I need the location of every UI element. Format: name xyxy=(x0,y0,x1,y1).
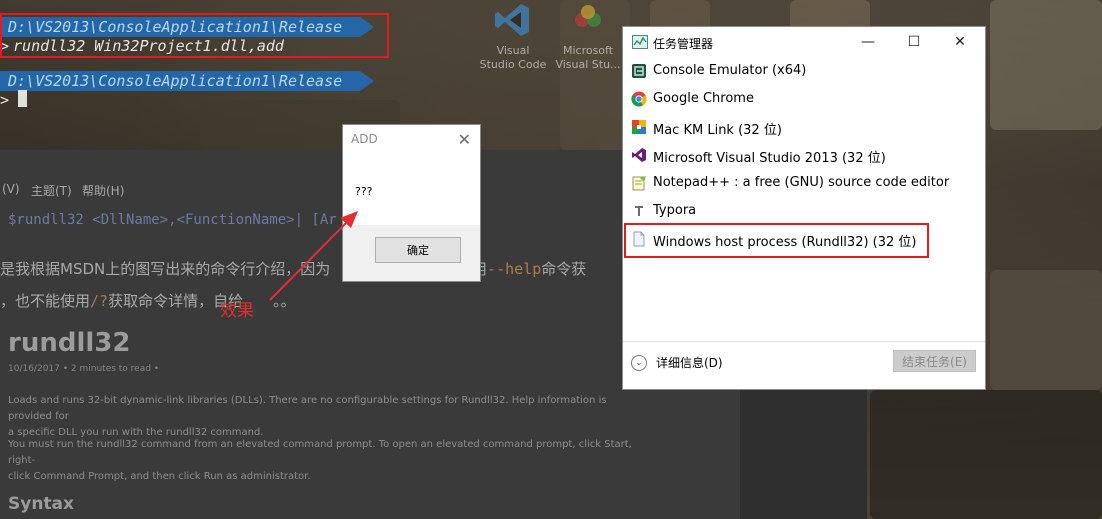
background-shape xyxy=(990,0,1102,130)
process-row[interactable]: Google Chrome xyxy=(623,85,985,113)
process-row[interactable]: Console Emulator (x64) xyxy=(623,57,985,85)
task-manager-titlebar[interactable]: 任务管理器 — ☐ ✕ xyxy=(623,27,985,57)
mac-km-link-icon xyxy=(632,120,646,134)
notepadpp-icon xyxy=(632,176,646,191)
menu-item-help[interactable]: 帮助(H) xyxy=(82,182,124,199)
process-row[interactable]: Notepad++ : a free (GNU) source code edi… xyxy=(623,169,985,197)
command-line[interactable]: > xyxy=(0,90,13,110)
message-box-footer: 确定 xyxy=(343,225,480,281)
doc-heading: rundll32 xyxy=(8,328,131,358)
message-box[interactable]: ADD ✕ ??? 确定 xyxy=(342,124,481,282)
inline-code: /? xyxy=(90,292,109,310)
details-label: 详细信息(D) xyxy=(656,356,723,370)
task-manager-footer: ⌄ 详细信息(D) 结束任务(E) xyxy=(623,341,985,389)
process-label: Typora xyxy=(653,203,697,218)
text-cursor xyxy=(18,90,27,107)
typora-icon xyxy=(635,206,643,216)
doc-text: 命令获 xyxy=(541,260,587,278)
doc-subheading: Syntax xyxy=(8,494,74,514)
visual-studio-icon xyxy=(632,148,646,162)
menu-item-theme[interactable]: 主题(T) xyxy=(31,182,72,199)
task-manager-title: 任务管理器 xyxy=(653,37,714,51)
doc-paragraph-line: Loads and runs 32-bit dynamic-link libra… xyxy=(8,395,607,422)
doc-text: 。。 xyxy=(273,292,296,310)
doc-meta: 10/16/2017 • 2 minutes to read • xyxy=(8,364,160,374)
message-box-titlebar[interactable]: ADD ✕ xyxy=(343,125,480,153)
doc-paragraph: You must run the rundll32 command from a… xyxy=(8,437,648,485)
highlight-box xyxy=(0,13,389,58)
process-row[interactable]: Mac KM Link (32 位) xyxy=(623,113,985,141)
doc-text: 是我根据MSDN上的图写出来的命令行介绍，因为 xyxy=(0,260,331,278)
maximize-button[interactable]: ☐ xyxy=(891,29,937,55)
process-label: Microsoft Visual Studio 2013 (32 位) xyxy=(653,151,886,166)
process-label: Mac KM Link (32 位) xyxy=(653,123,782,138)
background-shape xyxy=(870,390,1102,519)
console-emulator-icon xyxy=(632,64,646,78)
process-row[interactable]: Typora xyxy=(623,197,985,225)
chevron-down-icon: ⌄ xyxy=(631,354,647,371)
highlight-box xyxy=(624,223,929,258)
ok-button[interactable]: 确定 xyxy=(375,237,461,263)
menu-item-view[interactable]: (V) xyxy=(2,182,20,196)
process-row[interactable]: Microsoft Visual Studio 2013 (32 位) xyxy=(623,141,985,169)
process-label: Console Emulator (x64) xyxy=(653,63,807,78)
close-button[interactable]: ✕ xyxy=(937,29,983,55)
doc-paragraph-line: You must run the rundll32 command from a… xyxy=(8,439,632,466)
doc-text-line: 是我根据MSDN上的图写出来的命令行介绍，因为 使用--help命令获 xyxy=(0,258,586,279)
details-toggle[interactable]: ⌄ 详细信息(D) xyxy=(631,354,723,371)
close-icon[interactable]: ✕ xyxy=(458,130,471,149)
task-manager-icon xyxy=(632,35,648,49)
end-task-button: 结束任务(E) xyxy=(893,350,976,372)
process-label: Google Chrome xyxy=(653,91,754,106)
code-snippet: $rundll32 <DllName>,<FunctionName>| [Ar xyxy=(8,212,337,228)
console-window[interactable]: D:\VS2013\ConsoleApplication1\Release > r… xyxy=(0,0,623,150)
prompt-path: D:\VS2013\ConsoleApplication1\Release xyxy=(0,71,374,91)
minimize-button[interactable]: — xyxy=(845,29,891,55)
page-margin xyxy=(740,390,867,519)
inline-code: --help xyxy=(487,260,542,278)
doc-paragraph-line: click Command Prompt, and then click Run… xyxy=(8,471,311,482)
message-text: ??? xyxy=(355,185,373,198)
task-manager-window[interactable]: 任务管理器 — ☐ ✕ Console Emulator (x64) Googl… xyxy=(622,26,986,390)
process-label: Notepad++ : a free (GNU) source code edi… xyxy=(653,175,950,190)
doc-paragraph: Loads and runs 32-bit dynamic-link libra… xyxy=(8,393,648,441)
annotation-label: 效果 xyxy=(220,301,254,321)
message-box-title: ADD xyxy=(351,132,378,146)
prompt-chevron: > xyxy=(0,91,10,109)
doc-text: ，也不能使用 xyxy=(0,292,91,310)
chrome-icon xyxy=(631,91,647,107)
background-shape xyxy=(990,270,1102,390)
